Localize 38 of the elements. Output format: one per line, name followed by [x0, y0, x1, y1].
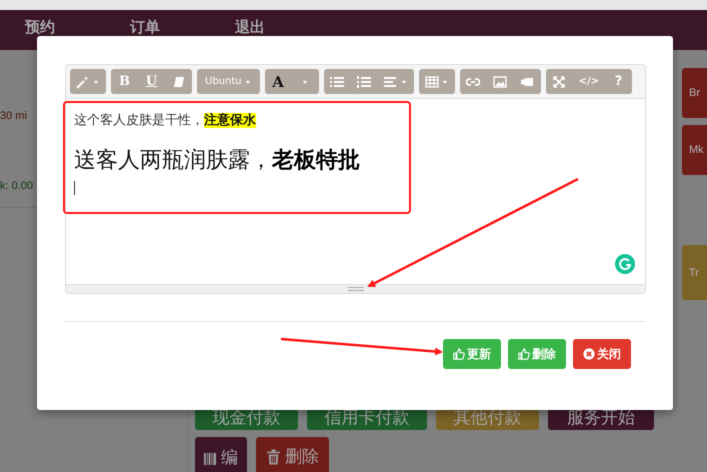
- toolbar-button[interactable]: </>: [572, 69, 606, 94]
- nav-link[interactable]: 预约: [25, 19, 130, 36]
- side-button[interactable]: Br: [682, 68, 707, 118]
- grammarly-icon: [615, 254, 635, 274]
- trash-icon: [266, 449, 281, 465]
- toolbar-button[interactable]: B: [111, 69, 138, 94]
- text-cursor: [74, 181, 75, 195]
- total-text: k: 0.00: [0, 180, 34, 192]
- toolbar-button[interactable]: ?: [605, 69, 632, 94]
- bulleted-list-icon: [330, 74, 344, 88]
- editor-paragraph: 送客人两瓶润肤露，老板特批: [74, 147, 361, 175]
- dialog-button[interactable]: 更新: [443, 339, 501, 369]
- dialog-button[interactable]: 关闭: [573, 339, 631, 369]
- fullscreen-icon: [552, 74, 566, 88]
- thumbs-up-icon: [453, 348, 465, 360]
- toolbar-button[interactable]: U: [138, 69, 165, 94]
- rich-text-editor[interactable]: B U Ubuntu A </> ? 这个客人皮肤是干性，注意保水 送客人两瓶润肤露，老板特批: [65, 64, 646, 294]
- action-button[interactable]: 编: [195, 437, 247, 472]
- thumbs-up-icon: [518, 348, 530, 360]
- resize-handle[interactable]: [66, 284, 645, 293]
- editor-paragraph: 这个客人皮肤是干性，注意保水: [74, 112, 257, 129]
- side-button[interactable]: Tr: [682, 245, 707, 300]
- close-icon: [583, 348, 595, 360]
- magic-wand-icon: [76, 74, 90, 88]
- image-icon: [493, 74, 508, 88]
- grip-icon: [348, 287, 364, 291]
- barcode-icon: [204, 450, 217, 466]
- numbered-list-icon: [357, 74, 372, 88]
- nav-link[interactable]: 订单: [130, 19, 235, 36]
- table-icon: [424, 74, 439, 88]
- nav-link[interactable]: 退出: [235, 19, 340, 36]
- toolbar-button[interactable]: Ubuntu: [197, 69, 260, 94]
- action-button[interactable]: 删除: [256, 437, 329, 472]
- duration-text: 30 mi: [0, 110, 27, 122]
- side-button[interactable]: Mk: [682, 125, 707, 175]
- eraser-icon: [172, 74, 186, 88]
- dialog-button[interactable]: 删除: [508, 339, 566, 369]
- align-icon: [384, 74, 398, 88]
